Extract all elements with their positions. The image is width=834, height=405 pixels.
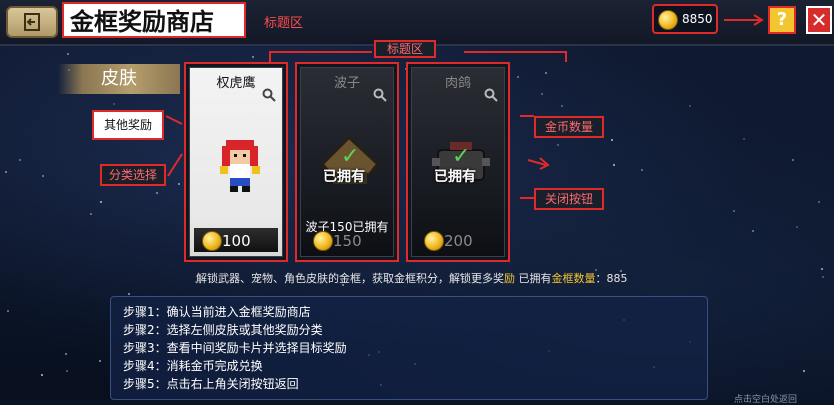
star bbox=[113, 103, 115, 105]
close-button-annotation: 关闭按钮 bbox=[534, 188, 604, 210]
star bbox=[66, 370, 68, 372]
card-price-bar: 200 bbox=[416, 228, 500, 252]
reward-card-1[interactable]: 权虎鹰 100 bbox=[184, 62, 288, 262]
category-select-annotation: 分类选择 bbox=[100, 164, 166, 186]
star bbox=[128, 293, 130, 295]
star bbox=[90, 213, 92, 215]
help-button[interactable]: ? bbox=[768, 6, 796, 34]
owned-badge: 已拥有 bbox=[323, 169, 365, 185]
coin-amount-annotation: 金币数量 bbox=[534, 116, 604, 138]
star bbox=[19, 159, 21, 161]
close-icon: ✕ bbox=[810, 8, 828, 32]
zoom-icon[interactable] bbox=[484, 88, 498, 102]
star bbox=[818, 201, 820, 203]
star bbox=[733, 210, 735, 212]
title-area-annotation: 标题区 bbox=[264, 16, 304, 31]
star bbox=[100, 201, 102, 203]
reward-card-2[interactable]: 波子 ✓ 已拥有 波子150已拥有 150 bbox=[295, 62, 399, 262]
other-rewards-annotation: 其他奖励 bbox=[92, 110, 164, 140]
info-highlight-count: 金框数量 bbox=[551, 272, 596, 285]
coin-icon bbox=[313, 231, 333, 251]
reward-card-3[interactable]: 肉鸽 ✓ 已拥有 200 bbox=[406, 62, 510, 262]
owned-badge: 已拥有 bbox=[434, 169, 476, 185]
star bbox=[67, 53, 69, 55]
info-text: 解锁武器、宠物、角色皮肤的金框，获取金框积分，解锁更多奖励 已拥有金框数量：88… bbox=[196, 270, 628, 286]
character-sprite-icon bbox=[220, 140, 260, 192]
page-title: 金框奖励商店 bbox=[62, 2, 246, 38]
coin-icon bbox=[424, 231, 444, 251]
card-price: 200 bbox=[444, 232, 473, 250]
card-price-bar: 150 bbox=[305, 228, 389, 252]
star bbox=[65, 353, 67, 355]
arrow-annotation-icon bbox=[724, 14, 764, 26]
star bbox=[752, 230, 754, 232]
info-highlight: 励 bbox=[504, 272, 515, 285]
star bbox=[99, 360, 101, 362]
star bbox=[803, 370, 805, 372]
star bbox=[613, 164, 615, 166]
step-item: 步骤2：选择左侧皮肤或其他奖励分类 bbox=[123, 323, 323, 337]
card-price-bar: 100 bbox=[194, 228, 278, 252]
star bbox=[541, 93, 543, 95]
star bbox=[689, 105, 691, 107]
card-inner: 肉鸽 ✓ 已拥有 200 bbox=[411, 67, 505, 257]
steps-panel: 步骤1：确认当前进入金框奖励商店 步骤2：选择左侧皮肤或其他奖励分类 步骤3：查… bbox=[110, 296, 708, 400]
info-suffix: ：885 bbox=[595, 272, 628, 285]
back-button[interactable] bbox=[6, 6, 58, 38]
arrow-annotation-icon bbox=[165, 115, 183, 125]
close-button[interactable]: ✕ bbox=[806, 6, 832, 34]
card-price: 150 bbox=[333, 232, 362, 250]
star bbox=[517, 76, 519, 78]
star bbox=[252, 56, 254, 58]
star bbox=[822, 276, 824, 278]
hint-text: 点击空白处返回 bbox=[734, 395, 798, 405]
star bbox=[42, 175, 44, 177]
star bbox=[611, 139, 613, 141]
star bbox=[5, 171, 7, 173]
zoom-icon[interactable] bbox=[373, 88, 387, 102]
zoom-icon[interactable] bbox=[262, 88, 276, 102]
back-arrow-icon bbox=[24, 13, 40, 31]
step-item: 步骤4：消耗金币完成兑换 bbox=[123, 359, 263, 373]
info-mid: 已拥有 bbox=[515, 272, 552, 285]
coin-icon bbox=[658, 10, 678, 30]
star bbox=[561, 105, 563, 107]
card-inner: 权虎鹰 100 bbox=[189, 67, 283, 257]
help-icon: ? bbox=[776, 9, 788, 30]
card-price: 100 bbox=[222, 232, 251, 250]
star bbox=[41, 374, 43, 376]
step-item: 步骤3：查看中间奖励卡片并选择目标奖励 bbox=[123, 341, 347, 355]
star bbox=[545, 72, 547, 74]
coin-balance-value: 8850 bbox=[682, 12, 713, 26]
star bbox=[156, 192, 158, 194]
info-prefix: 解锁武器、宠物、角色皮肤的金框，获取金框积分，解锁更多奖 bbox=[196, 272, 504, 285]
arrow-annotation-icon bbox=[527, 157, 550, 170]
star bbox=[796, 226, 798, 228]
star bbox=[641, 169, 643, 171]
step-item: 步骤5：点击右上角关闭按钮返回 bbox=[123, 377, 299, 391]
coin-balance: 8850 bbox=[652, 4, 718, 34]
card-inner: 波子 ✓ 已拥有 波子150已拥有 150 bbox=[300, 67, 394, 257]
star bbox=[557, 144, 559, 146]
category-tab-skin[interactable]: 皮肤 bbox=[58, 64, 180, 94]
star bbox=[792, 159, 794, 161]
star bbox=[7, 310, 9, 312]
star bbox=[743, 138, 745, 140]
star bbox=[821, 268, 823, 270]
star bbox=[178, 183, 180, 185]
arrow-annotation-icon bbox=[167, 153, 183, 177]
coin-icon bbox=[202, 231, 222, 251]
step-item: 步骤1：确认当前进入金框奖励商店 bbox=[123, 305, 311, 319]
